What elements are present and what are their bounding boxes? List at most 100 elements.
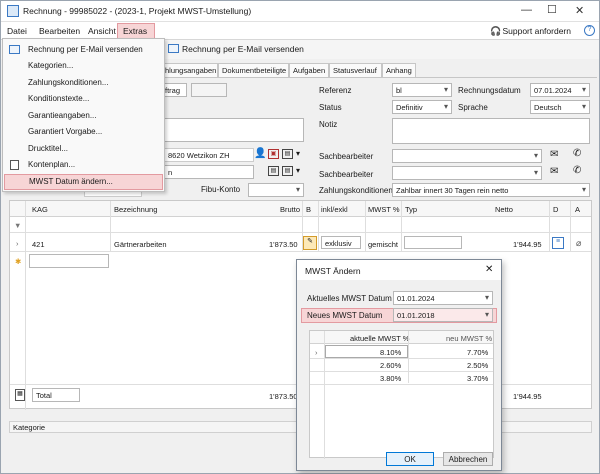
menu-item-konditionstexte[interactable]: Konditionstexte... (4, 91, 163, 107)
support-link[interactable]: Support anfordern (502, 26, 571, 36)
menu-item-label: Konditionstexte... (28, 94, 90, 103)
email-icon (9, 45, 20, 54)
new-row-kag-field[interactable] (29, 254, 109, 268)
person-icon[interactable]: 👤 (254, 148, 266, 159)
row-mwst[interactable]: gemischt (368, 240, 398, 249)
sachbearbeiter-select-2[interactable] (392, 166, 542, 180)
menu-item-label: Drucktitel... (28, 144, 69, 153)
tab-statusverlauf[interactable]: Statusverlauf (329, 63, 382, 77)
rate-neu-3[interactable]: 3.70% (467, 374, 488, 383)
menu-item-email[interactable]: Rechnung per E-Mail versenden (4, 42, 163, 58)
tab-zahlungsangaben[interactable]: hlungsangaben (161, 63, 218, 77)
phone-icon-2[interactable]: ✆ (573, 165, 581, 176)
rate-aktuell-2[interactable]: 2.60% (380, 361, 401, 370)
col-brutto[interactable]: Brutto (280, 205, 300, 214)
rate-aktuell-1[interactable]: 8.10% (380, 348, 401, 357)
sprache-select[interactable]: Deutsch (530, 100, 590, 114)
row-brutto[interactable]: 1'873.50 (269, 240, 298, 249)
fibu-konto-select[interactable] (248, 183, 304, 197)
menu-item-mwst-datum[interactable]: MWST Datum ändern... (4, 174, 163, 190)
col-aktuell[interactable]: aktuelle MWST % (350, 334, 409, 343)
calculator-icon: ▦ (15, 389, 25, 401)
neues-label: Neues MWST Datum (307, 311, 383, 320)
grid-line (549, 201, 550, 251)
close-icon[interactable]: ✕ (575, 4, 584, 17)
rechnungsdatum-field[interactable]: 07.01.2024 (530, 83, 590, 97)
contact-field[interactable]: n (164, 165, 254, 179)
address-field[interactable]: 8620 Wetzikon ZH (164, 148, 254, 162)
row-typ-field[interactable] (404, 236, 462, 249)
dialog-close-icon[interactable]: ✕ (485, 264, 493, 275)
mail-icon-2[interactable]: ✉ (550, 166, 558, 177)
menu-item-label: Garantiert Vorgabe... (28, 127, 103, 136)
phone-icon[interactable]: ✆ (573, 148, 581, 159)
notiz-label: Notiz (319, 120, 338, 129)
help-icon[interactable]: ? (584, 25, 595, 36)
col-neu[interactable]: neu MWST % (446, 334, 492, 343)
col-mwst[interactable]: MWST % (368, 205, 400, 214)
col-inkl-exkl[interactable]: inkl/exkl (321, 205, 348, 214)
menu-item-kategorien[interactable]: Kategorien... (4, 58, 163, 74)
menu-item-label: Kontenplan... (28, 160, 76, 169)
menu-bearbeiten[interactable]: Bearbeiten (39, 26, 80, 36)
grid-line (570, 201, 571, 251)
neues-datum-select[interactable]: 01.01.2018 (393, 308, 493, 322)
rate-neu-1[interactable]: 7.70% (467, 348, 488, 357)
cancel-button[interactable]: Abbrechen (443, 452, 493, 466)
attachment-icon[interactable]: ⌀ (576, 238, 581, 249)
row-bezeichnung[interactable]: Gärtnerarbeiten (114, 240, 167, 249)
col-typ[interactable]: Typ (405, 205, 417, 214)
referenz-select[interactable]: bl (392, 83, 452, 97)
sachbearbeiter-label-2: Sachbearbeiter (319, 170, 374, 179)
status-select[interactable]: Definitiv (392, 100, 452, 114)
card-icon[interactable]: ▤ (282, 149, 293, 159)
row-indicator: › (315, 348, 318, 357)
rate-neu-2[interactable]: 2.50% (467, 361, 488, 370)
rate-aktuell-3[interactable]: 3.80% (380, 374, 401, 383)
sachbearbeiter-select-1[interactable] (392, 149, 542, 163)
tab-anhang[interactable]: Anhang (382, 63, 416, 77)
calc-icon[interactable]: ✎ (303, 236, 317, 250)
grid-line (408, 331, 409, 383)
col-b[interactable]: B (306, 205, 311, 214)
row-kag[interactable]: 421 (32, 240, 45, 249)
col-bezeichnung[interactable]: Bezeichnung (114, 205, 157, 214)
minimize-icon[interactable]: — (521, 4, 532, 16)
col-d[interactable]: D (553, 205, 558, 214)
filter-icon[interactable]: ▼ (14, 221, 21, 230)
tab-aufgaben[interactable]: Aufgaben (289, 63, 329, 77)
card-icon-3[interactable]: ▤ (282, 166, 293, 176)
address-textarea[interactable] (164, 118, 304, 142)
menu-item-drucktitel[interactable]: Drucktitel... (4, 141, 163, 157)
notiz-textarea[interactable] (392, 118, 590, 144)
mail-icon[interactable]: ✉ (550, 149, 558, 160)
menu-item-kontenplan[interactable]: Kontenplan... (4, 157, 163, 173)
row-netto[interactable]: 1'944.95 (513, 240, 542, 249)
toolbar-email-button[interactable]: Rechnung per E-Mail versenden (182, 44, 304, 54)
grid-line (10, 251, 591, 252)
ok-button[interactable]: OK (386, 452, 434, 466)
aktuelles-datum-select[interactable]: 01.01.2024 (393, 291, 493, 305)
col-netto[interactable]: Netto (495, 205, 513, 214)
dropdown-icon[interactable]: ▾ (296, 149, 300, 158)
menu-ansicht[interactable]: Ansicht (88, 26, 116, 36)
card-icon-2[interactable]: ▤ (268, 166, 279, 176)
dropdown-icon-2[interactable]: ▾ (296, 166, 300, 175)
menu-item-zahlungskonditionen[interactable]: Zahlungskonditionen... (4, 75, 163, 91)
kategorie-label[interactable]: Kategorie (13, 423, 45, 432)
tab-dokumentbeteiligte[interactable]: Dokumentbeteiligte (218, 63, 289, 77)
menu-item-label: Kategorien... (28, 61, 74, 70)
document-icon[interactable]: ≡ (552, 237, 564, 249)
menu-datei[interactable]: Datei (7, 26, 27, 36)
card-red-icon[interactable]: ▣ (268, 149, 279, 159)
menu-item-garantieangaben[interactable]: Garantieangaben... (4, 108, 163, 124)
col-a[interactable]: A (575, 205, 580, 214)
menu-extras[interactable]: Extras (123, 26, 147, 36)
auftrag-extra-field[interactable] (191, 83, 227, 97)
zahlungskonditionen-label: Zahlungskonditionen (319, 186, 393, 195)
zahlungskonditionen-select[interactable]: Zahlbar innert 30 Tagen rein netto (392, 183, 590, 197)
row-inkl-field[interactable]: exklusiv (321, 236, 361, 249)
menu-item-garantiert-vorgabe[interactable]: Garantiert Vorgabe... (4, 124, 163, 140)
col-kag[interactable]: KAG (32, 205, 48, 214)
maximize-icon[interactable]: ☐ (547, 3, 557, 16)
